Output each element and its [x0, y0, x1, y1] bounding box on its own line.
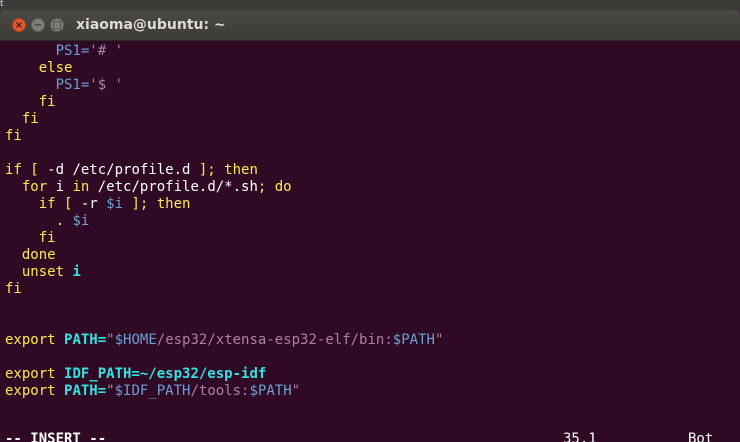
code-line: fi: [5, 128, 735, 145]
code-token: $HOME: [114, 332, 157, 348]
code-token: unset: [21, 264, 65, 280]
code-token: ": [106, 383, 115, 399]
code-token: ": [106, 332, 115, 348]
code-token: '# ': [89, 43, 124, 59]
code-token: fi: [21, 111, 39, 127]
code-token: i: [47, 179, 73, 195]
code-token: -r: [80, 196, 107, 212]
code-token: PS1=: [55, 43, 90, 59]
code-token: fi: [5, 281, 22, 297]
title-bar[interactable]: × − □ xiaoma@ubuntu: ~: [0, 10, 740, 41]
code-token: .: [55, 213, 73, 229]
terminal-window: × − □ xiaoma@ubuntu: ~ PS1='# ' else PS1…: [0, 10, 740, 442]
code-token: /tools:: [190, 383, 250, 399]
code-token: /etc/profile.d/*.sh: [89, 179, 258, 195]
code-line: fi: [5, 281, 735, 298]
code-line: done: [5, 247, 735, 264]
code-token: if [: [38, 196, 81, 212]
code-token: '$ ': [89, 77, 124, 93]
code-token: $i: [106, 196, 124, 212]
code-token: export: [5, 332, 56, 348]
code-line: . $i: [5, 213, 735, 230]
code-token: i: [72, 264, 81, 280]
code-token: -d /etc/profile.d: [47, 162, 199, 178]
code-line: else: [5, 60, 735, 77]
code-token: $PATH: [392, 332, 435, 348]
code-token: ]; then: [123, 196, 191, 212]
maximize-icon[interactable]: □: [50, 18, 64, 32]
code-token: export: [5, 366, 56, 382]
code-token: $IDF_PATH: [114, 383, 191, 399]
desktop-top-panel: t: [0, 0, 740, 10]
vim-status-line: -- INSERT -- 35,1 Bot: [5, 431, 735, 442]
code-token: ": [434, 332, 444, 348]
mode-indicator: -- INSERT --: [5, 431, 107, 442]
code-token: IDF_PATH=~/esp32/esp-idf: [64, 366, 267, 382]
code-token: fi: [38, 230, 56, 246]
code-line: fi: [5, 230, 735, 247]
code-token: /esp32/xtensa-esp32-elf/bin:: [156, 332, 393, 348]
code-token: fi: [38, 94, 56, 110]
code-token: $i: [72, 213, 90, 229]
code-line: fi: [5, 111, 735, 128]
scroll-position: Bot: [688, 431, 714, 442]
code-token: else: [38, 60, 73, 76]
window-title: xiaoma@ubuntu: ~: [76, 17, 226, 33]
code-line: export PATH="$IDF_PATH/tools:$PATH": [5, 383, 735, 400]
code-line: PS1='$ ': [5, 77, 735, 94]
code-line: export PATH="$HOME/esp32/xtensa-esp32-el…: [5, 332, 735, 349]
code-token: ; do: [257, 179, 292, 195]
code-token: if [: [5, 162, 48, 178]
code-line: export IDF_PATH=~/esp32/esp-idf: [5, 366, 735, 383]
code-line: if [ -d /etc/profile.d ]; then: [5, 162, 735, 179]
code-line: fi: [5, 94, 735, 111]
code-line: PS1='# ': [5, 43, 735, 60]
code-token: ": [291, 383, 301, 399]
code-token: PATH=: [64, 383, 107, 399]
close-icon[interactable]: ×: [12, 18, 26, 32]
minimize-icon[interactable]: −: [31, 18, 45, 32]
code-line: if [ -r $i ]; then: [5, 196, 735, 213]
desktop-corner-text: t: [0, 0, 4, 9]
code-token: fi: [5, 128, 22, 144]
code-line: for i in /etc/profile.d/*.sh; do: [5, 179, 735, 196]
editor-text-area[interactable]: PS1='# ' else PS1='$ ' fi fi fi if [ -d /e…: [5, 43, 735, 400]
code-token: PS1=: [55, 77, 90, 93]
code-token: $PATH: [249, 383, 292, 399]
code-token: for: [21, 179, 48, 195]
code-token: done: [21, 247, 56, 263]
cursor-position: 35,1: [563, 431, 597, 442]
code-token: ]; then: [198, 162, 258, 178]
code-line: unset i: [5, 264, 735, 281]
code-token: export: [5, 383, 56, 399]
code-token: PATH=: [64, 332, 107, 348]
code-token: in: [72, 179, 90, 195]
